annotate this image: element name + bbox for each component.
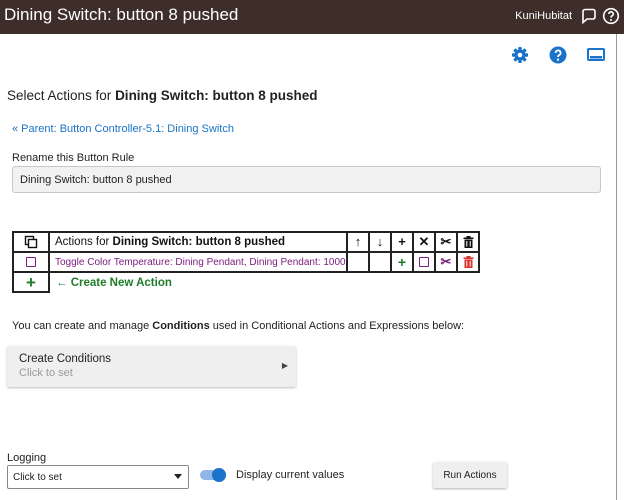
cut-header[interactable]: ✂ <box>434 231 458 253</box>
move-up-header[interactable]: ↑ <box>346 231 370 253</box>
logging-select-value: Click to set <box>13 472 62 483</box>
arrow-down-icon[interactable]: ↓ <box>377 234 384 249</box>
run-actions-button[interactable]: Run Actions <box>433 462 507 488</box>
row-checkbox[interactable] <box>26 257 36 268</box>
heading-prefix: Select Actions for <box>7 88 116 103</box>
row-insert-cell[interactable]: + <box>390 251 414 273</box>
copy-icon[interactable] <box>24 235 38 249</box>
create-new-action-link[interactable]: ← Create New Action <box>56 277 172 289</box>
row-empty-down <box>368 251 392 273</box>
rename-label: Rename this Button Rule <box>12 152 135 164</box>
display-values-toggle[interactable] <box>200 468 226 482</box>
move-down-header[interactable]: ↓ <box>368 231 392 253</box>
chat-icon[interactable] <box>580 7 598 25</box>
edit-header[interactable]: ✕ <box>412 231 436 253</box>
plus-icon[interactable]: + <box>398 234 406 249</box>
create-conditions-button[interactable]: Create Conditions Click to set ▶ <box>7 346 296 387</box>
insert-plus-icon[interactable]: + <box>398 254 406 270</box>
rename-input[interactable] <box>12 166 601 193</box>
delete-header[interactable] <box>456 231 480 253</box>
toggle-knob <box>212 468 226 482</box>
table-row: Toggle Color Temperature: Dining Pendant… <box>12 251 480 273</box>
page-heading: Select Actions for Dining Switch: button… <box>7 88 318 103</box>
actions-header-title: Actions for Dining Switch: button 8 push… <box>48 231 348 253</box>
add-action-plus-icon[interactable]: + <box>26 273 36 292</box>
arrow-up-icon[interactable]: ↑ <box>355 234 362 249</box>
edit-box-icon[interactable] <box>419 257 429 268</box>
row-select-cell[interactable] <box>12 251 50 273</box>
logging-select[interactable]: Click to set <box>7 465 189 489</box>
actions-header-row: Actions for Dining Switch: button 8 push… <box>12 231 480 253</box>
action-description[interactable]: Toggle Color Temperature: Dining Pendant… <box>55 257 346 268</box>
row-empty-up <box>346 251 370 273</box>
parent-link[interactable]: « Parent: Button Controller-5.1: Dining … <box>12 123 234 135</box>
create-conditions-subtitle: Click to set <box>19 367 73 379</box>
chevron-right-icon: ▶ <box>281 361 288 370</box>
conditions-text-prefix: You can create and manage <box>12 320 153 332</box>
scissors-icon[interactable]: ✂ <box>441 234 452 249</box>
trash-icon[interactable] <box>463 236 474 249</box>
logging-label: Logging <box>7 452 47 464</box>
chevron-down-icon <box>174 474 182 479</box>
actions-header-prefix: Actions for <box>55 236 113 248</box>
gear-icon[interactable] <box>510 45 530 65</box>
hub-name[interactable]: KuniHubitat <box>515 10 572 22</box>
add-action-cell[interactable]: + <box>12 271 50 293</box>
help-circle-icon[interactable] <box>602 7 620 25</box>
display-values-label: Display current values <box>236 469 345 481</box>
create-conditions-title: Create Conditions <box>19 353 112 365</box>
row-trash-icon[interactable] <box>463 256 474 269</box>
row-delete-cell[interactable] <box>456 251 480 273</box>
row-scissors-icon[interactable]: ✂ <box>441 254 452 269</box>
actions-header-rule: Dining Switch: button 8 pushed <box>112 236 286 248</box>
conditions-description: You can create and manage Conditions use… <box>12 320 464 332</box>
help-icon[interactable] <box>548 45 568 65</box>
select-all-cell[interactable] <box>12 231 50 253</box>
heading-rule-name: Dining Switch: button 8 pushed <box>115 88 318 103</box>
monitor-icon[interactable] <box>586 45 606 65</box>
insert-header[interactable]: + <box>390 231 414 253</box>
close-x-icon[interactable]: ✕ <box>419 234 430 249</box>
action-description-cell[interactable]: Toggle Color Temperature: Dining Pendant… <box>48 251 348 273</box>
app-title: Dining Switch: button 8 pushed <box>4 5 239 24</box>
row-cut-cell[interactable]: ✂ <box>434 251 458 273</box>
row-select-box-cell[interactable] <box>412 251 436 273</box>
conditions-text-suffix: used in Conditional Actions and Expressi… <box>209 320 465 332</box>
conditions-text-bold: Conditions <box>152 320 210 332</box>
top-bar: Dining Switch: button 8 pushed KuniHubit… <box>0 0 624 34</box>
page-edge-divider <box>616 34 617 500</box>
